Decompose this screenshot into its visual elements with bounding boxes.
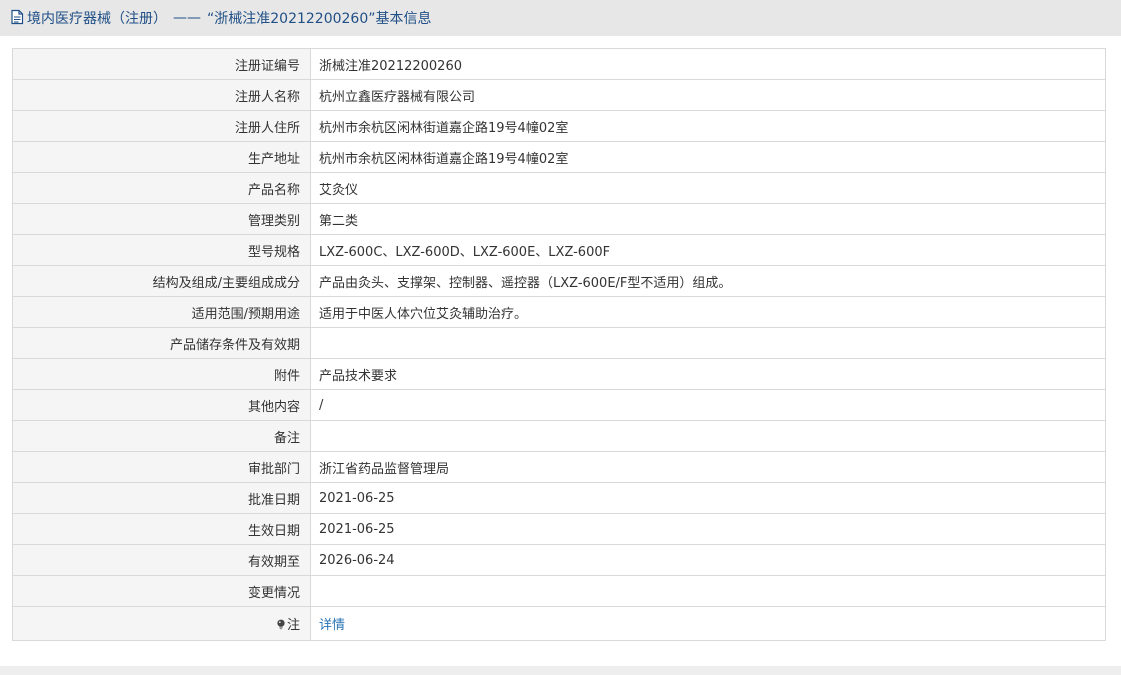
row-label-approval-department: 审批部门 [12, 451, 311, 483]
row-label-registrant-address: 注册人住所 [12, 110, 311, 142]
table-row: 批准日期 2021-06-25 [12, 482, 1106, 514]
row-value-management-class: 第二类 [310, 203, 1106, 235]
page-header: 境内医疗器械（注册） —— “浙械注准20212200260”基本信息 [0, 0, 1121, 36]
table-row: 变更情况 [12, 575, 1106, 607]
row-label-product-name: 产品名称 [12, 172, 311, 204]
row-label-structure-composition: 结构及组成/主要组成成分 [12, 265, 311, 297]
row-value-approval-date: 2021-06-25 [310, 482, 1106, 514]
row-value-other-content: / [310, 389, 1106, 421]
row-value-storage-validity [310, 327, 1106, 359]
row-label-attachment: 附件 [12, 358, 311, 390]
table-row: 型号规格 LXZ-600C、LXZ-600D、LXZ-600E、LXZ-600F [12, 234, 1106, 266]
detail-table: 注册证编号 浙械注准20212200260 注册人名称 杭州立鑫医疗器械有限公司… [12, 48, 1106, 641]
bottom-strip [0, 666, 1121, 675]
row-label-effective-date: 生效日期 [12, 513, 311, 545]
table-row: 有效期至 2026-06-24 [12, 544, 1106, 576]
row-value-product-name: 艾灸仪 [310, 172, 1106, 204]
row-label-management-class: 管理类别 [12, 203, 311, 235]
page-title: “浙械注准20212200260”基本信息 [207, 11, 432, 27]
row-label-registrant-name: 注册人名称 [12, 79, 311, 111]
page: 境内医疗器械（注册） —— “浙械注准20212200260”基本信息 注册证编… [0, 0, 1121, 675]
row-label-scope-intended-use: 适用范围/预期用途 [12, 296, 311, 328]
row-value-effective-date: 2021-06-25 [310, 513, 1106, 545]
row-label-registration-number: 注册证编号 [12, 48, 311, 80]
table-row: 产品储存条件及有效期 [12, 327, 1106, 359]
row-label-storage-validity: 产品储存条件及有效期 [12, 327, 311, 359]
table-row: 结构及组成/主要组成成分 产品由灸头、支撑架、控制器、遥控器（LXZ-600E/… [12, 265, 1106, 297]
table-row: 注册人住所 杭州市余杭区闲林街道嘉企路19号4幢02室 [12, 110, 1106, 142]
row-label-valid-until: 有效期至 [12, 544, 311, 576]
row-value-registrant-address: 杭州市余杭区闲林街道嘉企路19号4幢02室 [310, 110, 1106, 142]
row-value-model-spec: LXZ-600C、LXZ-600D、LXZ-600E、LXZ-600F [310, 234, 1106, 266]
note-label: 注 [286, 618, 300, 633]
table-row: 注册证编号 浙械注准20212200260 [12, 48, 1106, 80]
row-value-remarks [310, 420, 1106, 452]
row-value-change-status [310, 575, 1106, 607]
row-label-production-address: 生产地址 [12, 141, 311, 173]
row-label-model-spec: 型号规格 [12, 234, 311, 266]
row-value-registrant-name: 杭州立鑫医疗器械有限公司 [310, 79, 1106, 111]
header-category: 境内医疗器械（注册） [27, 11, 167, 27]
row-value-structure-composition: 产品由灸头、支撑架、控制器、遥控器（LXZ-600E/F型不适用）组成。 [310, 265, 1106, 297]
detail-table-body: 注册证编号 浙械注准20212200260 注册人名称 杭州立鑫医疗器械有限公司… [12, 48, 1106, 641]
table-row: 其他内容 / [12, 389, 1106, 421]
row-label-note: 注 [12, 606, 311, 641]
row-value-production-address: 杭州市余杭区闲林街道嘉企路19号4幢02室 [310, 141, 1106, 173]
row-label-remarks: 备注 [12, 420, 311, 452]
table-row: 产品名称 艾灸仪 [12, 172, 1106, 204]
row-value-registration-number: 浙械注准20212200260 [310, 48, 1106, 80]
header-separator: —— [173, 10, 201, 26]
details-link[interactable]: 详情 [319, 618, 345, 633]
row-label-other-content: 其他内容 [12, 389, 311, 421]
bulb-icon [276, 619, 286, 630]
table-row: 生效日期 2021-06-25 [12, 513, 1106, 545]
table-row: 适用范围/预期用途 适用于中医人体穴位艾灸辅助治疗。 [12, 296, 1106, 328]
row-value-approval-department: 浙江省药品监督管理局 [310, 451, 1106, 483]
document-icon [10, 9, 24, 25]
table-row: 审批部门 浙江省药品监督管理局 [12, 451, 1106, 483]
table-row: 注册人名称 杭州立鑫医疗器械有限公司 [12, 79, 1106, 111]
detail-panel: 注册证编号 浙械注准20212200260 注册人名称 杭州立鑫医疗器械有限公司… [0, 36, 1121, 666]
row-label-approval-date: 批准日期 [12, 482, 311, 514]
table-row: 生产地址 杭州市余杭区闲林街道嘉企路19号4幢02室 [12, 141, 1106, 173]
row-value-note: 详情 [310, 606, 1106, 641]
row-value-valid-until: 2026-06-24 [310, 544, 1106, 576]
table-row: 管理类别 第二类 [12, 203, 1106, 235]
table-row: 注 详情 [12, 606, 1106, 641]
table-row: 备注 [12, 420, 1106, 452]
row-value-attachment: 产品技术要求 [310, 358, 1106, 390]
row-value-scope-intended-use: 适用于中医人体穴位艾灸辅助治疗。 [310, 296, 1106, 328]
table-row: 附件 产品技术要求 [12, 358, 1106, 390]
row-label-change-status: 变更情况 [12, 575, 311, 607]
